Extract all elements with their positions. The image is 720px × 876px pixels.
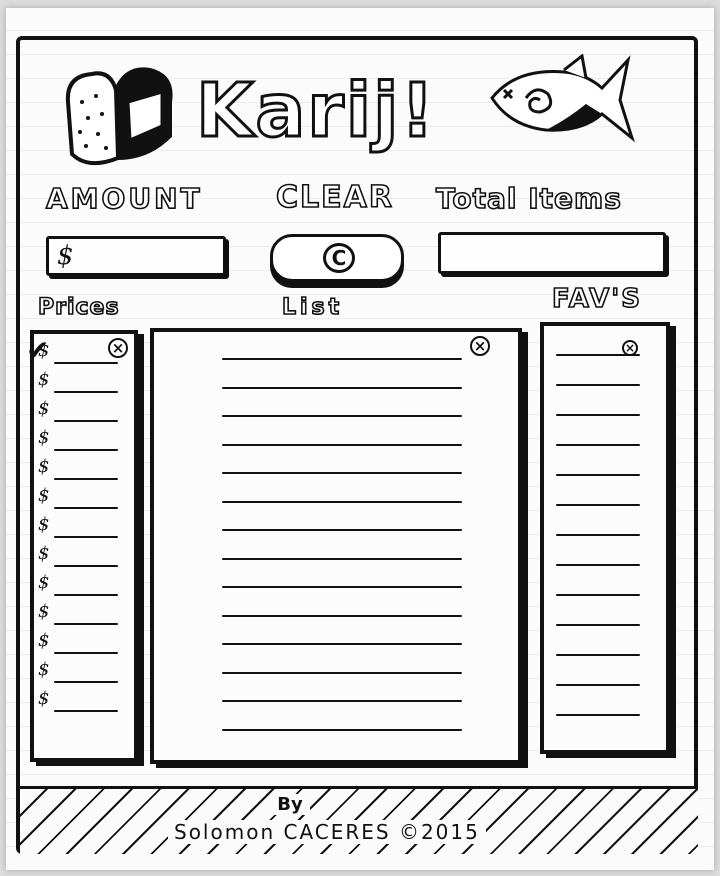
list-row[interactable] (222, 614, 462, 617)
price-row[interactable] (54, 681, 118, 683)
price-dollar-sign: $ (38, 543, 50, 564)
price-dollar-sign: $ (38, 630, 50, 651)
price-dollar-sign: $ (38, 340, 50, 361)
total-items-label: Total Items (435, 181, 622, 216)
fav-row[interactable] (556, 714, 640, 716)
price-row[interactable] (54, 623, 118, 625)
price-dollar-sign: $ (38, 514, 50, 535)
list-row[interactable] (222, 586, 462, 588)
price-row[interactable] (54, 710, 118, 712)
remove-price-icon[interactable]: × (108, 338, 128, 358)
fav-row[interactable] (556, 534, 640, 536)
fav-row[interactable] (556, 654, 640, 656)
fav-row[interactable] (556, 444, 640, 446)
fav-row[interactable] (556, 624, 640, 626)
fav-row[interactable] (556, 474, 640, 476)
app-title: Karij! (195, 67, 437, 156)
price-row[interactable] (54, 507, 118, 509)
price-row[interactable] (54, 449, 118, 451)
price-dollar-sign: $ (38, 369, 50, 390)
list-row[interactable] (222, 358, 462, 360)
footer-credit: Solomon CACERES ©2015 (168, 820, 486, 844)
price-dollar-sign: $ (38, 572, 50, 593)
list-row[interactable] (222, 643, 462, 645)
dollar-icon: $ (57, 241, 74, 271)
list-row[interactable] (222, 500, 462, 503)
list-row[interactable] (222, 472, 462, 474)
fav-row[interactable] (556, 354, 640, 356)
favs-label: FAV'S (551, 283, 642, 315)
fish-icon (490, 54, 635, 143)
favs-panel (540, 322, 670, 754)
price-row[interactable] (54, 565, 118, 567)
price-dollar-sign: $ (38, 688, 50, 709)
amount-input[interactable]: $ (46, 236, 226, 276)
clear-glyph: C (323, 243, 355, 273)
list-row[interactable] (222, 671, 462, 674)
clear-label: CLEAR (275, 179, 394, 216)
list-row[interactable] (222, 386, 462, 389)
fav-row[interactable] (556, 564, 640, 566)
fav-row[interactable] (556, 414, 640, 416)
total-items-field (438, 232, 666, 274)
amount-label: AMOUNT (45, 181, 203, 216)
price-row[interactable] (54, 652, 118, 654)
price-dollar-sign: $ (38, 456, 50, 477)
price-dollar-sign: $ (38, 398, 50, 419)
price-row[interactable] (54, 420, 118, 422)
list-row[interactable] (222, 700, 462, 702)
price-dollar-sign: $ (38, 427, 50, 448)
price-row[interactable] (54, 536, 118, 538)
fav-row[interactable] (556, 384, 640, 386)
price-dollar-sign: $ (38, 485, 50, 506)
fav-row[interactable] (556, 504, 640, 506)
list-row[interactable] (222, 557, 462, 560)
fav-row[interactable] (556, 594, 640, 596)
list-row[interactable] (222, 728, 462, 731)
price-row[interactable] (54, 362, 118, 364)
clear-button[interactable]: C (270, 234, 404, 282)
price-row[interactable] (54, 594, 118, 596)
list-row[interactable] (222, 529, 462, 531)
bread-icon (65, 67, 173, 166)
price-row[interactable] (54, 391, 118, 393)
list-row[interactable] (222, 443, 462, 446)
remove-list-icon[interactable]: × (470, 336, 490, 356)
list-label: List (281, 294, 344, 321)
list-row[interactable] (222, 415, 462, 417)
footer-by: By (270, 794, 310, 815)
fav-row[interactable] (556, 684, 640, 686)
price-dollar-sign: $ (38, 659, 50, 680)
price-dollar-sign: $ (38, 601, 50, 622)
prices-label: Prices (37, 294, 120, 321)
price-row[interactable] (54, 478, 118, 480)
list-panel (150, 328, 522, 764)
